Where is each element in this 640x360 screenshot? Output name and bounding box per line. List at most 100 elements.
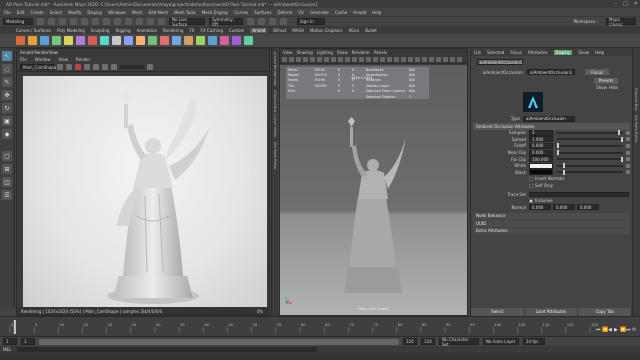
side-tab-channel-box-layer-editor[interactable]: Channel Box / Layer Editor [273, 90, 277, 138]
aov-icon[interactable] [147, 64, 153, 70]
ae-tab-show[interactable]: Show [578, 50, 589, 55]
shelf-tool-icon[interactable] [76, 36, 85, 45]
exposure-slider[interactable] [120, 65, 144, 69]
renderview-menu-render[interactable]: Render [76, 57, 90, 62]
move-tool-icon[interactable]: ✥ [2, 90, 12, 100]
viewport-tool-icon[interactable] [408, 57, 413, 62]
anim-layer-selector[interactable]: No Anim Layer [483, 338, 519, 345]
menu-arnold[interactable]: Arnold [353, 10, 366, 15]
viewport-tool-icon[interactable] [415, 57, 420, 62]
symmetry-selector[interactable]: Symmetry: Off [209, 17, 243, 27]
menu-edit[interactable]: Edit [17, 10, 25, 15]
refresh-icon[interactable] [84, 64, 90, 70]
dock-tab-channel-box[interactable]: Channel Box [634, 88, 638, 111]
menu-display[interactable]: Display [87, 10, 102, 15]
renderview-menu-window[interactable]: Window [35, 57, 51, 62]
shelf-tool-icon[interactable] [136, 36, 145, 45]
node-name-field[interactable]: aiAmbientOcclusion1 [527, 69, 575, 75]
shelf-tool-icon[interactable] [208, 36, 217, 45]
ipr-render-icon[interactable] [258, 18, 265, 25]
viewport-tool-icon[interactable] [324, 57, 329, 62]
menu-mesh-tools[interactable]: Mesh Tools [174, 10, 196, 15]
menu-deform[interactable]: Deform [277, 10, 292, 15]
viewport-tool-icon[interactable] [443, 57, 448, 62]
shelf-tool-icon[interactable] [220, 36, 229, 45]
shelf-tab-rendering[interactable]: Rendering [163, 28, 183, 33]
ae-tab-display[interactable]: Display [553, 49, 573, 55]
self-only-checkbox[interactable] [529, 183, 533, 188]
rotate-tool-icon[interactable]: ↻ [2, 103, 12, 113]
dock-tab-attribute-editor[interactable]: Attribute Editor [634, 115, 638, 143]
shelf-tool-icon[interactable] [124, 36, 133, 45]
attr-slider-samples[interactable] [557, 130, 623, 136]
shelf-tool-icon[interactable] [52, 36, 61, 45]
ipr-icon[interactable] [66, 64, 72, 70]
start-frame-field[interactable]: 1 [3, 338, 17, 345]
snap-point-icon[interactable] [147, 18, 154, 25]
viewport-tool-icon[interactable] [352, 57, 357, 62]
viewport-tool-icon[interactable] [289, 57, 294, 62]
single-pane-icon[interactable]: ▢ [2, 151, 12, 161]
current-frame-marker[interactable] [13, 320, 16, 334]
section-uuid[interactable]: UUID [473, 220, 630, 227]
lasso-tool-icon[interactable]: ◌ [2, 64, 12, 74]
menu-edit-mesh[interactable]: Edit Mesh [149, 10, 169, 15]
scale-tool-icon[interactable]: ▣ [2, 116, 12, 126]
ae-tab-help[interactable]: Help [595, 50, 604, 55]
load-attributes-button[interactable]: Load Attributes [525, 308, 579, 316]
shelf-tool-icon[interactable] [232, 36, 241, 45]
type-selector[interactable]: aiAmbientOcclusion [523, 115, 575, 122]
normal-x-field[interactable]: 0.000 [529, 204, 551, 211]
normal-z-field[interactable]: 0.000 [577, 204, 599, 211]
viewport-tool-icon[interactable] [338, 57, 343, 62]
maximize-icon[interactable]: □ [623, 1, 628, 7]
hypershade-icon[interactable] [280, 18, 287, 25]
shelf-tab-mash[interactable]: MASH [292, 28, 304, 33]
ae-tab-attributes[interactable]: Attributes [528, 50, 548, 55]
attr-slider-black[interactable] [557, 169, 623, 175]
viewport-tool-icon[interactable] [317, 57, 322, 62]
slider-knob[interactable] [557, 143, 559, 149]
end-frame-field[interactable]: 120 [421, 338, 435, 345]
character-set-selector[interactable]: No Character Set [439, 337, 479, 347]
attr-field-falloff[interactable]: 0.000 [529, 142, 553, 149]
show-button[interactable]: Show [596, 85, 607, 90]
viewport-tool-icon[interactable] [387, 57, 392, 62]
crop-region-icon[interactable] [102, 64, 108, 70]
ae-tab-selected[interactable]: Selected [487, 50, 504, 55]
statue-model[interactable] [328, 117, 418, 297]
slider-knob[interactable] [563, 169, 566, 175]
shelf-tool-icon[interactable] [184, 36, 193, 45]
attr-field-black[interactable] [529, 169, 553, 176]
attr-field-far-clip[interactable]: 100.000 [529, 156, 553, 163]
shelf-tab-arnold[interactable]: Arnold [250, 27, 268, 33]
select-component-icon[interactable] [114, 18, 121, 25]
shelf-tab-fx-caching[interactable]: FX Caching [201, 28, 223, 33]
save-scene-icon[interactable] [59, 18, 66, 25]
viewport-tool-icon[interactable] [359, 57, 364, 62]
attr-field-spread[interactable]: 1.000 [529, 136, 553, 143]
inclusive-checkbox[interactable] [529, 198, 533, 203]
presets-button[interactable]: Presets [594, 77, 618, 84]
shelf-tab-curves-surfaces[interactable]: Curves / Surfaces [16, 28, 51, 33]
shelf-tool-icon[interactable] [172, 36, 181, 45]
map-button-icon[interactable] [626, 137, 630, 142]
viewport-canvas[interactable]: Verts: 70534 0 0 Backfaces: N/A Edges: 140719 0 0… [280, 65, 467, 315]
attr-slider-white[interactable] [557, 163, 623, 169]
shelf-tool-icon[interactable] [28, 36, 37, 45]
menu-create[interactable]: Create [30, 10, 43, 15]
range-end-field[interactable]: 120 [403, 338, 417, 345]
playback-control-icon[interactable]: ◀ [608, 327, 612, 333]
playback-control-icon[interactable]: ⏭ [626, 327, 631, 333]
viewport-tool-icon[interactable] [394, 57, 399, 62]
ae-tab-focus[interactable]: Focus [510, 50, 521, 55]
focus-button[interactable]: Focus [585, 69, 609, 75]
viewport-tool-icon[interactable] [296, 57, 301, 62]
attr-field-white[interactable] [529, 162, 553, 169]
menu-windows[interactable]: Windows [108, 10, 126, 15]
viewport-tool-icon[interactable] [303, 57, 308, 62]
viewport-menu-show[interactable]: Show [337, 50, 348, 55]
outliner-layout-icon[interactable]: ☰ [2, 190, 12, 200]
viewport-tool-icon[interactable] [429, 57, 434, 62]
map-button-icon[interactable] [626, 130, 630, 135]
